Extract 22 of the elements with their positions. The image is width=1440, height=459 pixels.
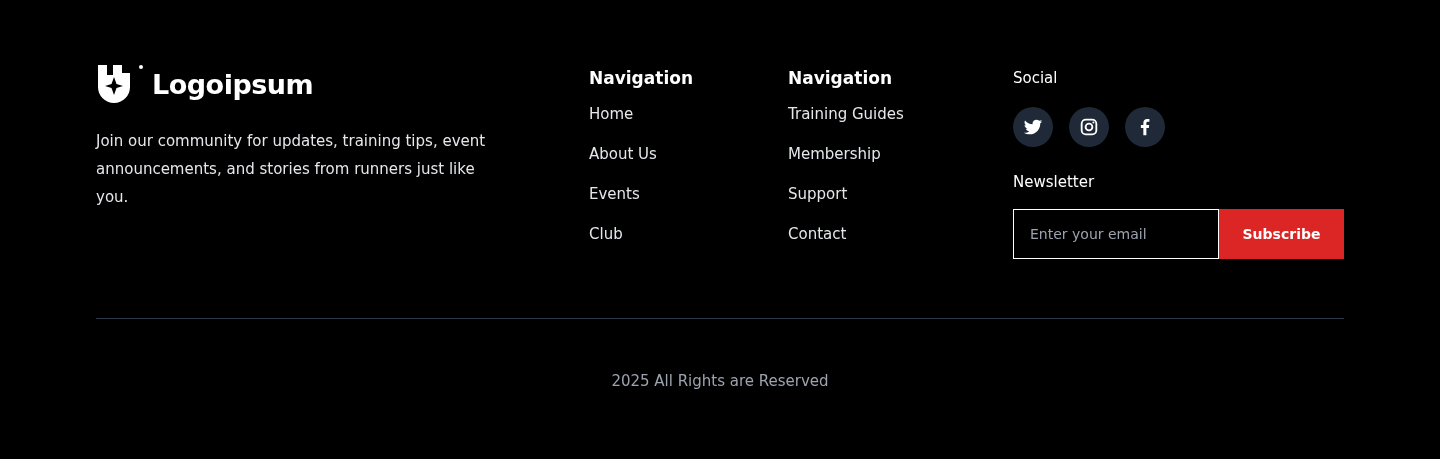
social-link[interactable] <box>1069 107 1109 147</box>
footer-link[interactable]: Support <box>788 183 848 205</box>
footer-link[interactable]: Home <box>589 103 634 125</box>
footer-link[interactable]: About Us <box>589 143 657 165</box>
social-link[interactable] <box>1125 107 1165 147</box>
footer-link[interactable]: Membership <box>788 143 881 165</box>
footer-link[interactable]: Events <box>589 183 640 205</box>
social-link[interactable] <box>1013 107 1053 147</box>
column-heading: Navigation <box>788 67 893 90</box>
tagline: Join our community for updates, training tips, event announcements, and stories from runners just like you. <box>96 131 487 208</box>
copyright-text: 2025 All Rights are Reserved <box>611 371 829 392</box>
email-field[interactable]: Enter your email <box>1013 209 1219 259</box>
subscribe-button[interactable]: Subscribe <box>1219 209 1344 259</box>
footer-link[interactable]: Training Guides <box>788 103 904 125</box>
instagram-camera-icon <box>1078 116 1100 138</box>
logo-wordmark: Logoipsum <box>152 70 314 98</box>
newsletter-heading: Newsletter <box>1013 172 1096 193</box>
logo-icon <box>96 63 144 105</box>
column-heading: Navigation <box>589 67 694 90</box>
footer-link[interactable]: Contact <box>788 223 847 245</box>
social-heading: Social <box>1013 68 1059 89</box>
footer-link[interactable]: Club <box>589 223 623 245</box>
